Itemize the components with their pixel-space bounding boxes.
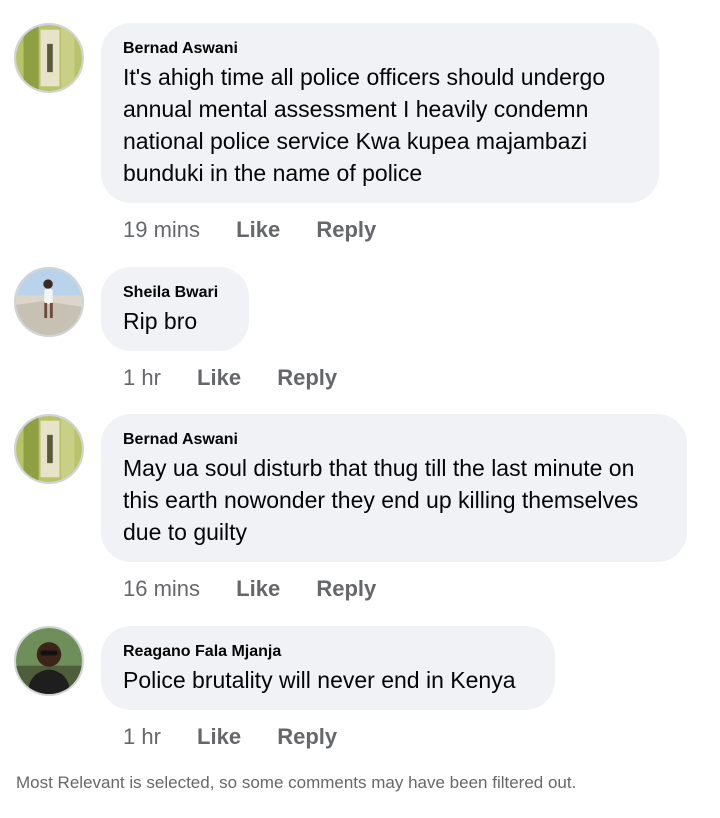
comment-text: May ua soul disturb that thug till the l…	[123, 455, 639, 545]
comment-actions: 1 hr Like Reply	[123, 364, 337, 392]
comment-author[interactable]: Bernad Aswani	[123, 430, 665, 450]
reply-button[interactable]: Reply	[316, 216, 376, 244]
comment-timestamp[interactable]: 1 hr	[123, 364, 161, 392]
comment-timestamp[interactable]: 16 mins	[123, 575, 200, 603]
avatar-icon[interactable]	[14, 626, 84, 696]
comment-timestamp[interactable]: 19 mins	[123, 216, 200, 244]
comment-author[interactable]: Sheila Bwari	[123, 283, 227, 303]
avatar-photo-icon	[16, 25, 82, 91]
comment-author[interactable]: Bernad Aswani	[123, 39, 637, 59]
reply-button[interactable]: Reply	[277, 364, 337, 392]
comment-actions: 16 mins Like Reply	[123, 575, 376, 603]
reply-button[interactable]: Reply	[277, 723, 337, 751]
filter-notice: Most Relevant is selected, so some comme…	[16, 773, 577, 792]
comment-bubble: Bernad Aswani May ua soul disturb that t…	[101, 414, 687, 562]
comment-actions: 19 mins Like Reply	[123, 216, 376, 244]
comment-text: Rip bro	[123, 308, 198, 334]
comment-bubble: Sheila Bwari Rip bro	[101, 267, 249, 351]
comment-timestamp[interactable]: 1 hr	[123, 723, 161, 751]
comment-author[interactable]: Reagano Fala Mjanja	[123, 642, 533, 662]
like-button[interactable]: Like	[236, 216, 280, 244]
avatar-photo-icon	[16, 628, 82, 694]
avatar-photo-icon	[16, 269, 82, 335]
comment-actions: 1 hr Like Reply	[123, 723, 337, 751]
comment-bubble: Bernad Aswani It's ahigh time all police…	[101, 23, 659, 203]
avatar-icon[interactable]	[14, 414, 84, 484]
comment-bubble: Reagano Fala Mjanja Police brutality wil…	[101, 626, 555, 710]
comment-text: Police brutality will never end in Kenya	[123, 667, 516, 693]
like-button[interactable]: Like	[197, 723, 241, 751]
like-button[interactable]: Like	[197, 364, 241, 392]
reply-button[interactable]: Reply	[316, 575, 376, 603]
avatar-icon[interactable]	[14, 23, 84, 93]
avatar-photo-icon	[16, 416, 82, 482]
comment-text: It's ahigh time all police officers shou…	[123, 64, 606, 186]
like-button[interactable]: Like	[236, 575, 280, 603]
avatar-icon[interactable]	[14, 267, 84, 337]
